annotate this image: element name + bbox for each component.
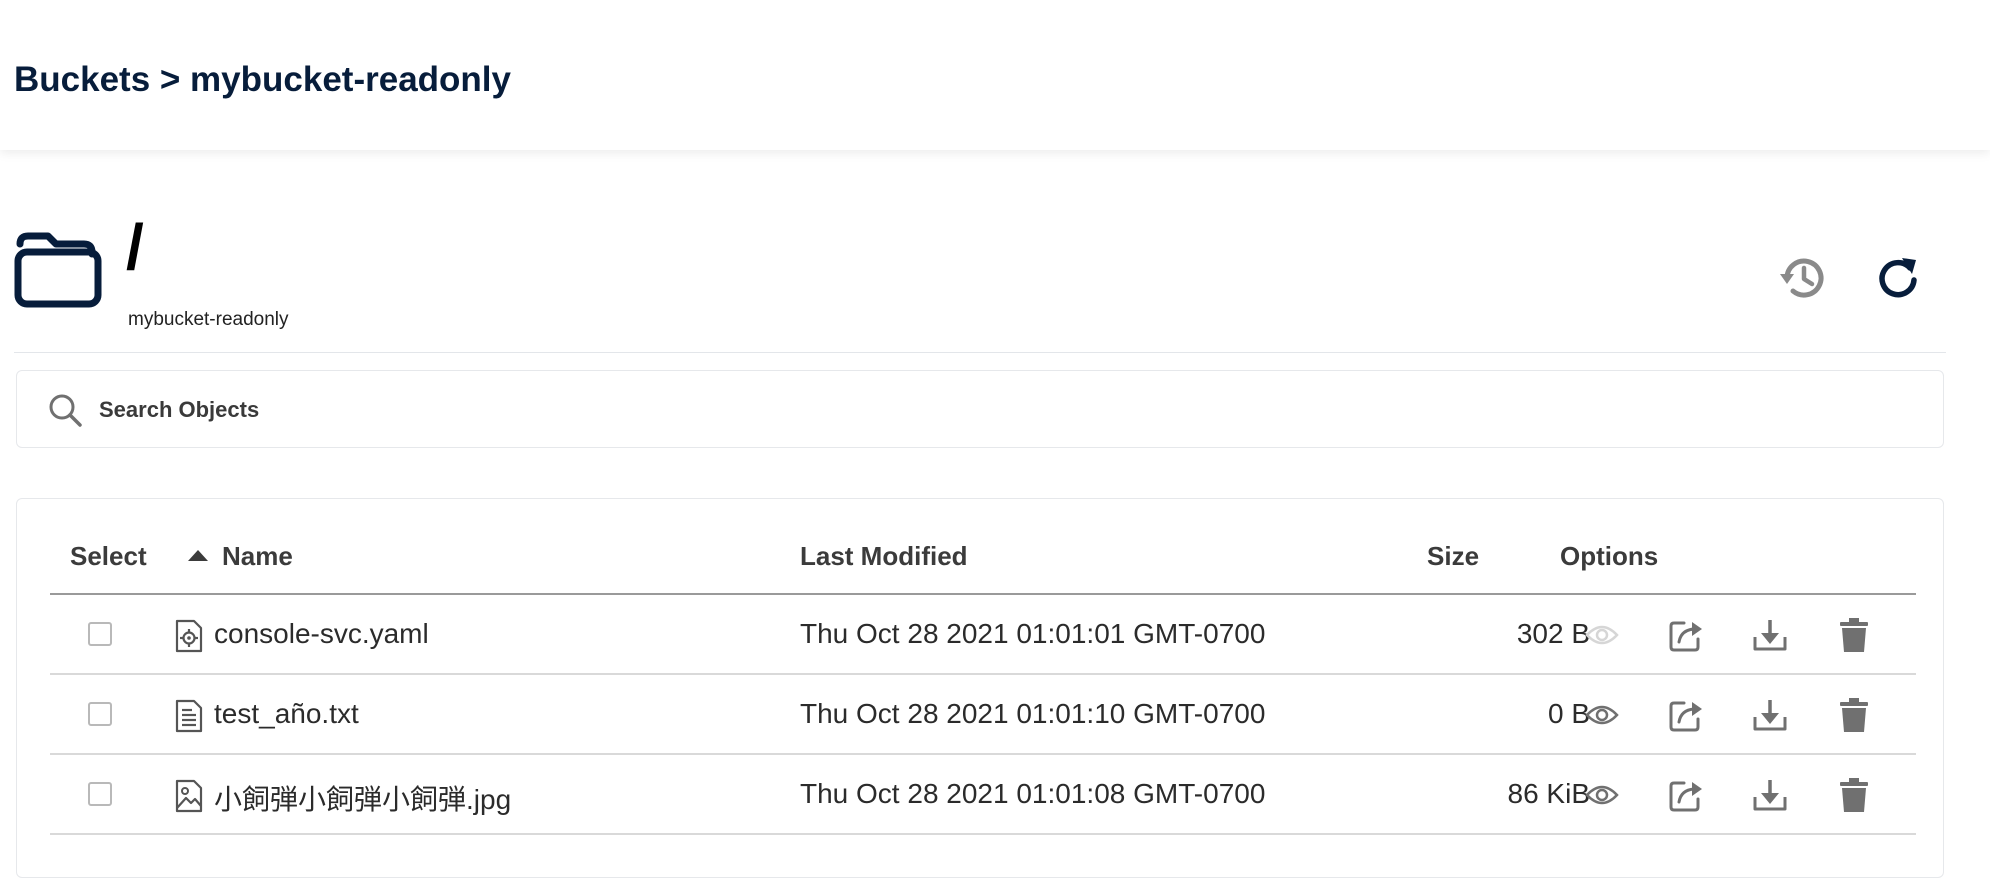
file-last-modified: Thu Oct 28 2021 01:01:10 GMT-0700 bbox=[800, 698, 1266, 729]
table-row[interactable]: test_año.txt Thu Oct 28 2021 01:01:10 GM… bbox=[50, 675, 1916, 755]
search-icon bbox=[49, 394, 82, 427]
row-select-checkbox[interactable] bbox=[88, 782, 112, 806]
file-name[interactable]: test_año.txt bbox=[214, 698, 359, 730]
folder-icon bbox=[14, 232, 102, 308]
table-row[interactable]: console-svc.yaml Thu Oct 28 2021 01:01:0… bbox=[50, 595, 1916, 675]
share-button[interactable] bbox=[1666, 775, 1706, 815]
sort-ascending-icon[interactable] bbox=[188, 550, 208, 561]
file-name[interactable]: console-svc.yaml bbox=[214, 618, 429, 650]
share-button[interactable] bbox=[1666, 615, 1706, 655]
refresh-button[interactable] bbox=[1868, 248, 1928, 308]
column-header-select: Select bbox=[70, 541, 147, 571]
preview-button[interactable] bbox=[1582, 695, 1622, 735]
delete-button[interactable] bbox=[1834, 695, 1874, 735]
preview-button[interactable] bbox=[1582, 775, 1622, 815]
preview-button[interactable] bbox=[1582, 615, 1622, 655]
share-button[interactable] bbox=[1666, 695, 1706, 735]
file-size: 86 KiB bbox=[1507, 778, 1591, 809]
download-button[interactable] bbox=[1750, 775, 1790, 815]
share-icon bbox=[1669, 701, 1702, 732]
file-size: 302 B bbox=[1516, 618, 1590, 649]
share-icon bbox=[1669, 781, 1702, 812]
page-header: Buckets > mybucket-readonly bbox=[0, 0, 1990, 150]
eye-icon bbox=[1585, 705, 1619, 725]
column-header-name[interactable]: Name bbox=[222, 541, 293, 572]
current-path: / bbox=[126, 211, 144, 283]
config-file-icon bbox=[175, 619, 203, 653]
column-header-last-modified[interactable]: Last Modified bbox=[800, 541, 968, 572]
history-button[interactable] bbox=[1773, 248, 1833, 308]
eye-icon bbox=[1585, 785, 1619, 805]
eye-icon bbox=[1585, 625, 1619, 645]
text-file-icon bbox=[175, 699, 203, 733]
row-select-checkbox[interactable] bbox=[88, 702, 112, 726]
file-name[interactable]: 小飼弾小飼弾小飼弾.jpg bbox=[214, 778, 511, 818]
download-icon bbox=[1753, 780, 1787, 811]
trash-icon bbox=[1840, 698, 1868, 732]
section-divider bbox=[14, 352, 1946, 353]
history-icon bbox=[1780, 258, 1824, 298]
search-input[interactable] bbox=[97, 389, 1901, 431]
bucket-name-label: mybucket-readonly bbox=[128, 309, 289, 330]
image-file-icon bbox=[175, 779, 203, 813]
delete-button[interactable] bbox=[1834, 775, 1874, 815]
refresh-icon bbox=[1879, 258, 1917, 298]
file-last-modified: Thu Oct 28 2021 01:01:08 GMT-0700 bbox=[800, 778, 1266, 809]
trash-icon bbox=[1840, 618, 1868, 652]
delete-button[interactable] bbox=[1834, 615, 1874, 655]
breadcrumb[interactable]: Buckets > mybucket-readonly bbox=[14, 60, 511, 100]
search-bar[interactable] bbox=[16, 370, 1944, 448]
download-icon bbox=[1753, 620, 1787, 651]
table-row[interactable]: 小飼弾小飼弾小飼弾.jpg Thu Oct 28 2021 01:01:08 G… bbox=[50, 755, 1916, 835]
column-header-size[interactable]: Size bbox=[1427, 541, 1479, 572]
download-icon bbox=[1753, 700, 1787, 731]
file-size: 0 B bbox=[1547, 698, 1590, 729]
download-button[interactable] bbox=[1750, 695, 1790, 735]
column-header-options: Options bbox=[1560, 541, 1659, 571]
trash-icon bbox=[1840, 778, 1868, 812]
share-icon bbox=[1669, 621, 1702, 652]
row-select-checkbox[interactable] bbox=[88, 622, 112, 646]
download-button[interactable] bbox=[1750, 615, 1790, 655]
file-last-modified: Thu Oct 28 2021 01:01:01 GMT-0700 bbox=[800, 618, 1266, 649]
